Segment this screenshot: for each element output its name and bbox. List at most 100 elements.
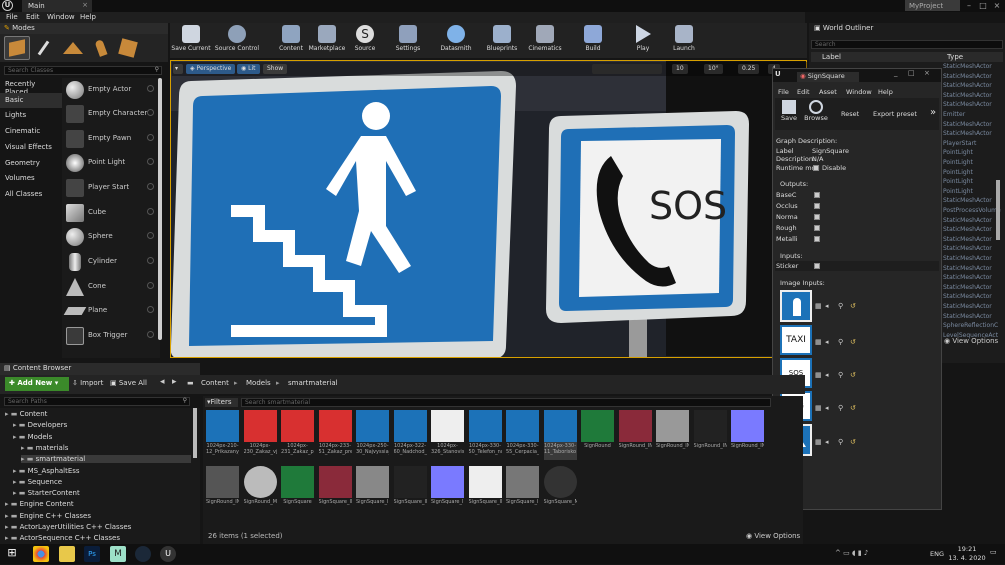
place-item[interactable]: Box Trigger (64, 325, 156, 347)
grid-snap-value[interactable]: 10 (672, 64, 688, 74)
asset-tile[interactable]: 1024px-231_Zakaz_premavky_pre (281, 410, 314, 460)
asset-tile[interactable]: SignRound_MAT (243, 466, 277, 516)
output-normal-checkbox[interactable] (814, 214, 820, 220)
grid-icon[interactable]: ▦ (815, 371, 822, 379)
launch-button[interactable]: Launch (661, 24, 707, 57)
substance-menu-window[interactable]: Window (846, 88, 872, 96)
arrow-left-icon[interactable]: ◂ (825, 404, 829, 412)
grid-icon[interactable]: ▦ (815, 438, 822, 446)
export-preset-button[interactable]: Export preset (873, 110, 917, 118)
outliner-row-type[interactable]: StaticMeshActor (943, 265, 1005, 274)
arrow-left-icon[interactable]: ◂ (825, 438, 829, 446)
input-language[interactable]: ENG (930, 550, 944, 558)
rotation-snap-value[interactable]: 10° (704, 64, 723, 74)
reset-icon[interactable]: ↺ (850, 438, 856, 446)
build-button[interactable]: Build (570, 24, 616, 57)
col-label[interactable]: Label (822, 53, 841, 61)
help-icon[interactable] (147, 183, 154, 190)
substance-minimize-icon[interactable]: _ (894, 69, 898, 77)
folder-tree-item[interactable]: ▸ ▬ materials (21, 444, 68, 452)
search-icon[interactable]: ⚲ (838, 338, 843, 346)
folder-tree-item[interactable]: ▸ ▬ Developers (13, 421, 67, 429)
help-icon[interactable] (147, 331, 154, 338)
outliner-row-type[interactable]: StaticMeshActor (943, 121, 1005, 130)
outliner-row-type[interactable]: StaticMeshActor (943, 130, 1005, 139)
reset-icon[interactable]: ↺ (850, 338, 856, 346)
search-classes-input[interactable]: Search Classes ⚲ (4, 66, 162, 75)
mixer-icon[interactable]: M (110, 546, 126, 562)
modes-tab[interactable]: ✎ Modes (0, 23, 168, 34)
help-icon[interactable] (147, 208, 154, 215)
datasmith-button[interactable]: Datasmith (433, 24, 479, 57)
perspective-button[interactable]: ◈ Perspective (186, 64, 236, 74)
folder-tree-item[interactable]: ▸ ▬ Content (5, 410, 47, 418)
help-icon[interactable] (147, 134, 154, 141)
cat-recently-placed[interactable]: Recently Placed (0, 77, 62, 96)
folder-tree-item[interactable]: ▸ ▬ ActorLayerUtilities C++ Classes (5, 523, 131, 531)
show-button[interactable]: Show (263, 64, 288, 74)
place-item[interactable]: Cone (64, 276, 156, 298)
image-input-taxi[interactable]: TAXI (780, 325, 812, 355)
asset-tile[interactable]: 1024px-210-12_Prikazany_smer_jizdy (206, 410, 239, 460)
maximize-icon[interactable]: □ (976, 0, 990, 11)
folder-tree-item[interactable]: ▸ ▬ Models (13, 433, 52, 441)
foliage-mode-icon[interactable] (88, 36, 114, 60)
folder-tree-item[interactable]: ▸ ▬ Sequence (13, 478, 62, 486)
clock-time[interactable]: 19:21 (952, 545, 982, 553)
minimize-icon[interactable]: – (962, 0, 976, 11)
import-button[interactable]: ⇩ Import (72, 379, 103, 387)
cat-lights[interactable]: Lights (0, 108, 62, 123)
arrow-left-icon[interactable]: ◂ (825, 338, 829, 346)
windows-start-icon[interactable]: ⊞ (4, 546, 20, 562)
folder-tree-item[interactable]: ▸ ▬ smartmaterial (21, 455, 191, 464)
asset-tile[interactable]: 1024px-230_Zakaz_vjezdu_sv (243, 410, 277, 460)
asset-tile[interactable]: SignRound_INST_Roughness (206, 466, 239, 516)
image-input-stairs[interactable] (780, 290, 812, 322)
asset-tile[interactable]: SignSquare_INST_Normal (431, 466, 464, 516)
add-new-button[interactable]: ✚ Add New ▾ (5, 377, 69, 391)
substance-menu-asset[interactable]: Asset (819, 88, 837, 96)
sticker-checkbox[interactable] (814, 263, 820, 269)
outliner-row-type[interactable]: StaticMeshActor (943, 255, 1005, 264)
cat-basic[interactable]: Basic (0, 93, 62, 108)
outliner-row-type[interactable]: StaticMeshActor (943, 284, 1005, 293)
help-icon[interactable] (147, 306, 154, 313)
menu-window[interactable]: Window (47, 13, 75, 21)
menu-edit[interactable]: Edit (26, 13, 40, 21)
place-item[interactable]: Empty Actor (64, 79, 156, 101)
cat-geometry[interactable]: Geometry (0, 156, 62, 171)
search-assets-input[interactable]: Search smartmaterial (241, 398, 771, 407)
path-smartmaterial[interactable]: smartmaterial (288, 379, 338, 387)
asset-tile[interactable]: SignSquare_INST_Roughness (506, 466, 539, 516)
tree-scrollbar[interactable] (193, 408, 197, 458)
outliner-view-options[interactable]: ◉ View Options (944, 337, 998, 345)
asset-tile[interactable]: 1024px-322-60_Nadchod_svg (393, 410, 427, 460)
substance-menu-help[interactable]: Help (878, 88, 893, 96)
outliner-row-type[interactable]: StaticMeshActor (943, 245, 1005, 254)
cat-cinematic[interactable]: Cinematic (0, 124, 62, 139)
place-item[interactable]: Point Light (64, 152, 156, 174)
outliner-row-type[interactable]: StaticMeshActor (943, 73, 1005, 82)
asset-tile[interactable]: SignSquare_INST_Metallic (393, 466, 427, 516)
place-item[interactable]: Player Start (64, 177, 156, 199)
substance-close-icon[interactable]: × (924, 69, 930, 77)
asset-tile[interactable]: SignSquare_INST_Base_Color (356, 466, 389, 516)
outliner-tab[interactable]: ▣ World Outliner (810, 24, 930, 34)
outliner-row-type[interactable]: Emitter (943, 111, 1005, 120)
col-type[interactable]: Type (947, 53, 963, 61)
notification-icon[interactable]: ▭ (990, 548, 997, 556)
asset-tile[interactable]: SignRound_INST_Base_Color (656, 410, 689, 460)
landscape-mode-icon[interactable] (60, 36, 86, 60)
asset-tile[interactable]: SignSquare_INST (318, 466, 352, 516)
outliner-row-type[interactable]: StaticMeshActor (943, 82, 1005, 91)
save-current-button[interactable]: Save Current (168, 24, 214, 57)
lit-button[interactable]: ◉ Lit (237, 64, 260, 74)
substance-maximize-icon[interactable]: □ (908, 69, 915, 77)
help-icon[interactable] (147, 85, 154, 92)
asset-tile[interactable]: SignSquare (281, 466, 314, 516)
cat-all-classes[interactable]: All Classes (0, 187, 62, 202)
arrow-left-icon[interactable]: ◂ (825, 302, 829, 310)
folder-tree-item[interactable]: ▸ ▬ Engine C++ Classes (5, 512, 91, 520)
content-browser-tab[interactable]: ▤ Content Browser (4, 364, 84, 374)
asset-tile[interactable]: SignRound (581, 410, 614, 460)
